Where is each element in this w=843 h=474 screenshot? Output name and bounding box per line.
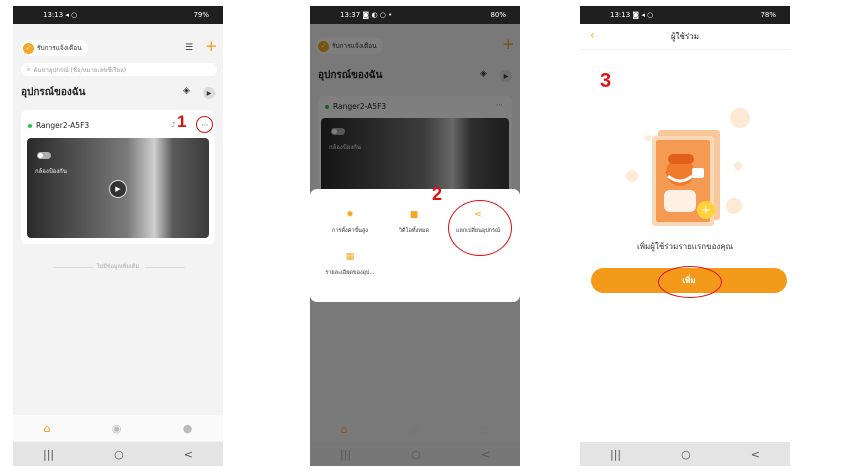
home-button[interactable]: ○: [411, 448, 421, 461]
menu-device-details[interactable]: ▦ รายละเอียดของอุป...: [318, 251, 382, 277]
status-time: 13:13: [610, 11, 631, 19]
bottom-nav: ⌂ ◉ ●: [13, 415, 223, 441]
back-button[interactable]: <: [481, 448, 490, 461]
menu-advanced-settings[interactable]: ✹ การตั้งค่าขั้นสูง: [318, 209, 382, 235]
step-number: 1: [177, 112, 187, 131]
system-nav: ||| ○ <: [13, 442, 223, 466]
device-action-sheet: ✹ การตั้งค่าขั้นสูง ■ วิดีโอทั้งหมด ⋖ แล…: [310, 189, 520, 302]
camera-thumbnail[interactable]: กล้องป้องกัน ▶: [27, 138, 209, 238]
battery-level: 78%: [760, 11, 776, 19]
step-number: 3: [600, 70, 612, 92]
annotation-circle: [658, 266, 722, 298]
annotation-circle: [196, 116, 213, 133]
status-time: 13:37: [340, 11, 361, 19]
search-input[interactable]: ⌕ ค้นหาอุปกรณ์ (ชื่อ/หมายเลขซีเรียล): [21, 63, 217, 76]
system-nav: ||| ○ <: [310, 442, 520, 466]
video-icon: ■: [409, 210, 419, 220]
screen-device-menu: 13:37 ◙ ◐ ○ • 80% ✓ รับการแจ้งเตือน + อุ…: [310, 6, 520, 466]
divider: [145, 267, 185, 268]
grid-icon: ▦: [345, 252, 355, 262]
annotation-circle: [448, 200, 512, 256]
recents-button[interactable]: |||: [43, 448, 54, 461]
home-button[interactable]: ○: [114, 448, 124, 461]
status-bar: 13:13 ◂ ○ 79%: [13, 6, 223, 24]
home-button[interactable]: ○: [681, 448, 691, 461]
privacy-label: กล้องป้องกัน: [35, 168, 67, 175]
privacy-toggle[interactable]: [37, 152, 51, 159]
profile-icon[interactable]: ●: [480, 423, 490, 436]
battery-level: 80%: [490, 11, 506, 19]
status-bar: 13:13 ◙ ◂ ○ 78%: [580, 6, 790, 24]
menu-all-videos[interactable]: ■ วิดีโอทั้งหมด: [382, 209, 446, 235]
home-icon[interactable]: ⌂: [341, 423, 348, 436]
online-dot: [28, 124, 32, 128]
message-icon[interactable]: ◉: [409, 423, 419, 436]
battery-level: 79%: [193, 11, 209, 19]
recents-button[interactable]: |||: [340, 448, 351, 461]
page-title: อุปกรณ์ของฉัน: [21, 87, 86, 98]
device-name: Ranger2-A5F3: [28, 121, 89, 130]
header: ‹ ผู้ใช้ร่วม: [580, 24, 790, 50]
svg-text:+: +: [701, 203, 711, 217]
layers-icon[interactable]: ◈: [183, 86, 190, 96]
page-title: ผู้ใช้ร่วม: [670, 32, 700, 41]
notification-chip[interactable]: ✓ รับการแจ้งเตือน: [21, 40, 88, 56]
book-avatar-icon: +: [626, 108, 750, 226]
gear-icon: ✹: [346, 210, 354, 220]
home-icon[interactable]: ⌂: [44, 422, 51, 435]
message-icon[interactable]: ◉: [112, 422, 122, 435]
status-bar: 13:37 ◙ ◐ ○ • 80%: [310, 6, 520, 24]
bottom-nav: ⌂ ◉ ●: [310, 416, 520, 442]
play-all-button[interactable]: ▶: [203, 87, 215, 99]
list-view-icon[interactable]: ☰: [185, 43, 193, 53]
system-nav: ||| ○ <: [580, 442, 790, 466]
check-icon: ✓: [23, 42, 34, 54]
profile-icon[interactable]: ●: [183, 422, 193, 435]
recents-button[interactable]: |||: [610, 448, 621, 461]
screen-shared-users: 13:13 ◙ ◂ ○ 78% ‹ ผู้ใช้ร่วม 3 + เพิ่มผู…: [580, 6, 790, 466]
step-number: 2: [432, 184, 443, 204]
empty-state-illustration: +: [618, 102, 758, 232]
screen-device-list: 13:13 ◂ ○ 79% ✓ รับการแจ้งเตือน ☰ + ⌕ ค้…: [13, 6, 223, 466]
add-device-icon[interactable]: +: [205, 37, 218, 55]
back-button[interactable]: <: [184, 448, 193, 461]
no-more-data-label: ไม่มีข้อมูลเพิ่มเติม: [96, 264, 140, 270]
empty-state-caption: เพิ่มผู้ใช้ร่วมรายแรกของคุณ: [636, 242, 734, 251]
status-time: 13:13: [43, 11, 64, 19]
search-icon: ⌕: [27, 65, 31, 73]
back-button[interactable]: <: [751, 448, 760, 461]
mic-icon[interactable]: ♪: [171, 121, 175, 129]
back-arrow-icon[interactable]: ‹: [590, 28, 595, 42]
play-icon[interactable]: ▶: [109, 180, 127, 198]
